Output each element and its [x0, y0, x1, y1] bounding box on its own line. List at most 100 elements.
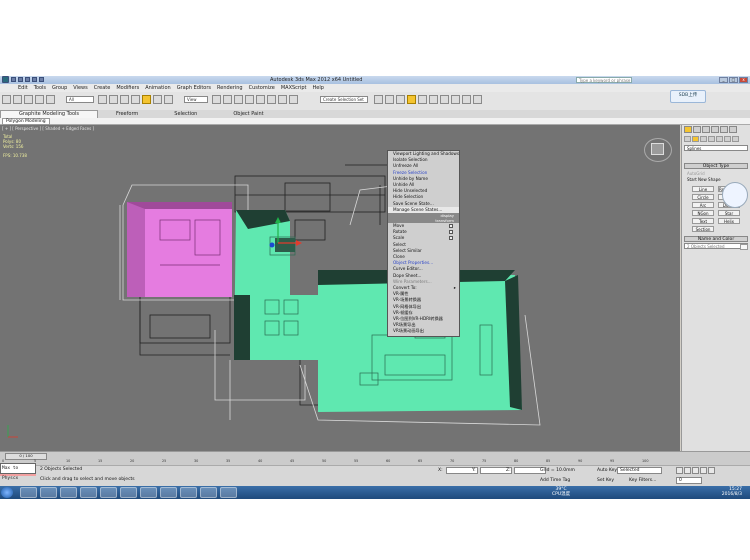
systems-icon[interactable]	[732, 136, 739, 142]
pivot-center-icon[interactable]	[212, 95, 221, 104]
autogrid-checkbox[interactable]: AutoGrid	[687, 171, 705, 176]
taskbar-ps-icon[interactable]	[160, 487, 177, 498]
select-by-name-icon[interactable]	[109, 95, 118, 104]
object-color-swatch[interactable]	[740, 244, 748, 250]
line-button[interactable]: Line	[692, 186, 714, 192]
select-object-icon[interactable]	[98, 95, 107, 104]
rendered-frame-window-icon[interactable]	[462, 95, 471, 104]
pink-room-object[interactable]	[127, 202, 232, 297]
auto-key-button[interactable]: Auto Key	[597, 468, 617, 473]
go-to-start-icon[interactable]	[676, 467, 683, 474]
menu-tools[interactable]: Tools	[34, 85, 46, 91]
next-frame-icon[interactable]	[700, 467, 707, 474]
taskbar-autocad-icon[interactable]	[80, 487, 97, 498]
hierarchy-tab-icon[interactable]	[702, 126, 710, 133]
object-name-field[interactable]: 2 Objects Selected	[684, 243, 748, 249]
floating-bird-icon[interactable]	[722, 182, 748, 208]
app-logo-icon[interactable]	[2, 76, 9, 83]
space-warps-icon[interactable]	[724, 136, 731, 142]
shape-type-dropdown[interactable]: Splines	[684, 145, 748, 151]
edit-named-selection-icon[interactable]	[289, 95, 298, 104]
tab-freeform[interactable]: Freeform	[98, 111, 156, 117]
taskbar-3dsmax-icon[interactable]	[60, 487, 77, 498]
tab-selection[interactable]: Selection	[156, 111, 215, 117]
select-and-move-icon[interactable]	[142, 95, 151, 104]
redo-icon[interactable]	[39, 77, 44, 82]
rectangular-selection-icon[interactable]	[120, 95, 129, 104]
taskbar-app-icon[interactable]	[200, 487, 217, 498]
name-and-color-rollout[interactable]: Name and Color	[684, 236, 748, 242]
align-icon[interactable]	[385, 95, 394, 104]
render-production-icon[interactable]	[473, 95, 482, 104]
save-icon[interactable]	[25, 77, 30, 82]
snaps-toggle-icon[interactable]	[245, 95, 254, 104]
shapes-icon[interactable]	[692, 136, 699, 142]
helix-button[interactable]: Helix	[718, 218, 740, 224]
ngon-button[interactable]: NGon	[692, 210, 714, 216]
spinner-snap-icon[interactable]	[278, 95, 287, 104]
menu-create[interactable]: Create	[94, 85, 111, 91]
green-living-room-object[interactable]	[234, 210, 522, 412]
menu-animation[interactable]: Animation	[145, 85, 171, 91]
key-mode-dropdown[interactable]: Selected	[617, 467, 662, 474]
taskbar-explorer-icon[interactable]	[20, 487, 37, 498]
system-clock[interactable]: 15:27 2016/8/3	[722, 487, 742, 497]
menu-group[interactable]: Group	[52, 85, 67, 91]
keyboard-shortcut-override-icon[interactable]	[234, 95, 243, 104]
bind-space-warp-icon[interactable]	[46, 95, 55, 104]
perspective-viewport[interactable]: [ + ] [ Perspective ] [ Shaded + Edged F…	[0, 125, 680, 451]
unlink-icon[interactable]	[35, 95, 44, 104]
polygon-modeling-panel[interactable]: Polygon Modeling	[2, 118, 50, 125]
set-key-button[interactable]: Set Key	[597, 478, 614, 483]
taskbar-app-icon[interactable]	[220, 487, 237, 498]
schematic-view-icon[interactable]	[429, 95, 438, 104]
taskbar-app-icon[interactable]	[180, 487, 197, 498]
tab-object-paint[interactable]: Object Paint	[215, 111, 281, 117]
percent-snap-icon[interactable]	[267, 95, 276, 104]
undo-tool-icon[interactable]	[2, 95, 11, 104]
go-to-end-icon[interactable]	[708, 467, 715, 474]
circle-button[interactable]: Circle	[692, 194, 714, 200]
add-time-tag[interactable]: Add Time Tag	[540, 478, 570, 483]
play-icon[interactable]	[692, 467, 699, 474]
redo-tool-icon[interactable]	[13, 95, 22, 104]
display-tab-icon[interactable]	[720, 126, 728, 133]
undo-icon[interactable]	[32, 77, 37, 82]
menu-customize[interactable]: Customize	[249, 85, 275, 91]
select-and-rotate-icon[interactable]	[153, 95, 162, 104]
select-manipulate-icon[interactable]	[223, 95, 232, 104]
menu-views[interactable]: Views	[73, 85, 87, 91]
upload-button[interactable]: SDB上传	[670, 90, 706, 103]
link-icon[interactable]	[24, 95, 33, 104]
arc-button[interactable]: Arc	[692, 202, 714, 208]
angle-snap-icon[interactable]	[256, 95, 265, 104]
menu-edit[interactable]: Edit	[18, 85, 28, 91]
taskbar-qq-icon[interactable]	[120, 487, 137, 498]
taskbar-ie-icon[interactable]	[100, 487, 117, 498]
utilities-tab-icon[interactable]	[729, 126, 737, 133]
modify-tab-icon[interactable]	[693, 126, 701, 133]
graphite-tools-icon[interactable]	[407, 95, 416, 104]
open-icon[interactable]	[18, 77, 23, 82]
object-type-rollout[interactable]: Object Type	[684, 163, 748, 169]
start-new-shape-checkbox[interactable]: Start New Shape	[687, 177, 721, 182]
search-input[interactable]: Type a keyword or phrase	[576, 77, 632, 83]
mirror-icon[interactable]	[374, 95, 383, 104]
viewcube-icon[interactable]	[644, 138, 672, 162]
maximize-button[interactable]: □	[729, 77, 738, 83]
previous-frame-icon[interactable]	[684, 467, 691, 474]
curve-editor-icon[interactable]	[418, 95, 427, 104]
new-icon[interactable]	[11, 77, 16, 82]
helpers-icon[interactable]	[716, 136, 723, 142]
start-button-icon[interactable]	[1, 487, 13, 498]
section-button[interactable]: Section	[692, 226, 714, 232]
named-selection-dropdown[interactable]: Create Selection Set	[320, 96, 368, 103]
menu-manage-scene-states[interactable]: Manage Scene States...	[388, 206, 459, 214]
menu-rendering[interactable]: Rendering	[217, 85, 243, 91]
reference-coordinate-dropdown[interactable]: View	[184, 96, 208, 103]
menu-vr-scene-anim-export[interactable]: VR场景动画导出	[388, 328, 459, 334]
menu-maxscript[interactable]: MAXScript	[281, 85, 307, 91]
key-filters-button[interactable]: Key Filters...	[629, 478, 656, 483]
material-editor-icon[interactable]	[440, 95, 449, 104]
minimize-button[interactable]: _	[719, 77, 728, 83]
